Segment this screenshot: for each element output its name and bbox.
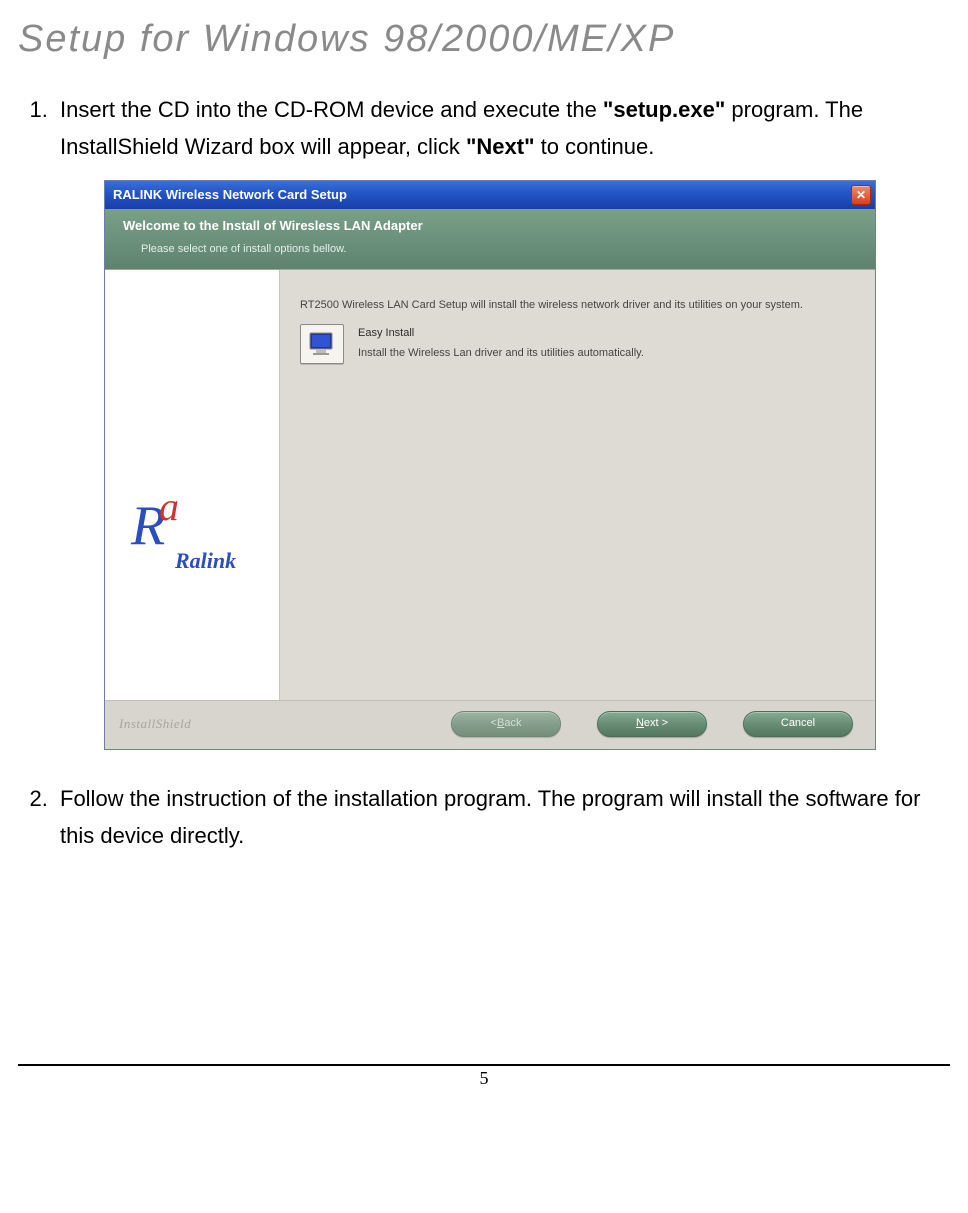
- titlebar: RALINK Wireless Network Card Setup ✕: [105, 181, 875, 209]
- subheader-title: Welcome to the Install of Wiresless LAN …: [123, 215, 857, 237]
- close-icon: ✕: [856, 185, 866, 205]
- step-1-bold-setup: "setup.exe": [603, 97, 725, 122]
- logo-r: Ra: [131, 507, 261, 546]
- subheader: Welcome to the Install of Wiresless LAN …: [105, 209, 875, 270]
- step-1-text-a: Insert the CD into the CD-ROM device and…: [60, 97, 603, 122]
- easy-install-text: Easy Install Install the Wireless Lan dr…: [358, 324, 644, 362]
- easy-install-option[interactable]: Easy Install Install the Wireless Lan dr…: [300, 324, 855, 364]
- steps-list: Insert the CD into the CD-ROM device and…: [26, 91, 950, 854]
- back-button[interactable]: < Back: [451, 711, 561, 737]
- footer-rule: [18, 1064, 950, 1066]
- easy-install-title: Easy Install: [358, 324, 644, 343]
- cancel-label: Cancel: [781, 714, 815, 733]
- step-1-bold-next: "Next": [466, 134, 535, 159]
- back-label-post: ack: [504, 714, 521, 733]
- cancel-button[interactable]: Cancel: [743, 711, 853, 737]
- step-2: Follow the instruction of the installati…: [54, 780, 950, 855]
- logo-a: a: [159, 493, 179, 521]
- monitor-icon: [300, 324, 344, 364]
- next-button[interactable]: Next >: [597, 711, 707, 737]
- subheader-subtitle: Please select one of install options bel…: [141, 240, 857, 259]
- left-panel: Ra Ralink: [105, 270, 280, 700]
- step-2-text: Follow the instruction of the installati…: [60, 786, 920, 848]
- window-title: RALINK Wireless Network Card Setup: [113, 184, 347, 206]
- installshield-mark: InstallShield: [119, 713, 191, 735]
- next-label-post: ext >: [644, 714, 668, 733]
- install-description: RT2500 Wireless LAN Card Setup will inst…: [300, 298, 855, 313]
- page-heading: Setup for Windows 98/2000/ME/XP: [18, 18, 950, 61]
- page-number: 5: [18, 1068, 950, 1099]
- close-button[interactable]: ✕: [851, 185, 871, 205]
- right-panel: RT2500 Wireless LAN Card Setup will inst…: [280, 270, 875, 700]
- logo-brand: Ralink: [175, 542, 261, 579]
- step-1-text-c: to continue.: [535, 134, 655, 159]
- installer-window: RALINK Wireless Network Card Setup ✕ Wel…: [104, 180, 876, 750]
- back-label-u: B: [497, 714, 504, 733]
- easy-install-subtitle: Install the Wireless Lan driver and its …: [358, 344, 644, 363]
- step-1: Insert the CD into the CD-ROM device and…: [54, 91, 950, 750]
- next-label-u: N: [636, 714, 644, 733]
- wizard-footer: InstallShield < Back Next > Cancel: [105, 700, 875, 749]
- ralink-logo: Ra Ralink: [131, 507, 261, 580]
- wizard-body: Ra Ralink RT2500 Wireless LAN Card Setup…: [105, 270, 875, 700]
